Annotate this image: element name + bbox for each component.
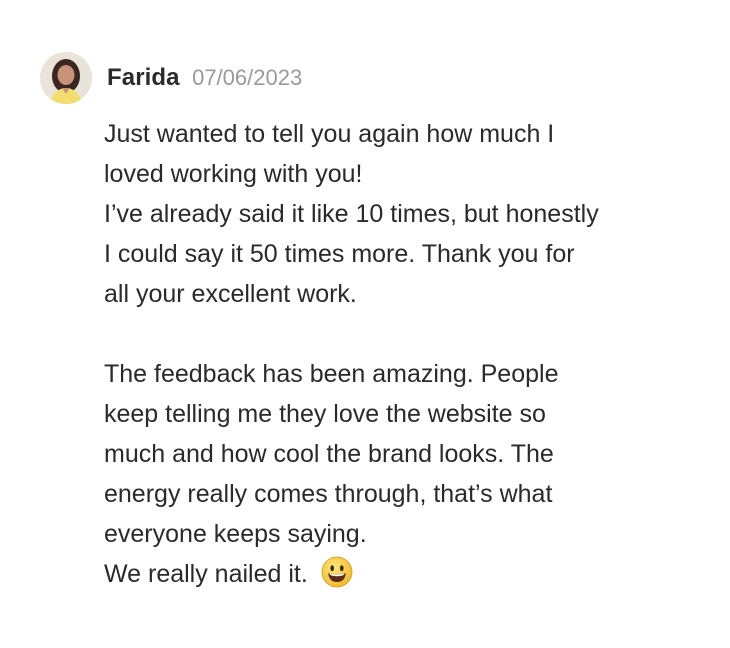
message-line: much and how cool the brand looks. The bbox=[104, 440, 554, 468]
message-last-line: We really nailed it. bbox=[104, 554, 694, 594]
message-line: energy really comes through, that’s what bbox=[104, 480, 553, 508]
author-name[interactable]: Farida bbox=[107, 64, 180, 91]
message-line: everyone keeps saying. bbox=[104, 520, 367, 548]
paragraph-break bbox=[104, 314, 694, 354]
message-line: The feedback has been amazing. People bbox=[104, 360, 559, 388]
message-line: all your excellent work. bbox=[104, 280, 357, 308]
grinning-face-emoji-icon bbox=[321, 556, 353, 588]
message-line: We really nailed it. bbox=[104, 560, 308, 588]
message-line: Just wanted to tell you again how much I bbox=[104, 120, 555, 148]
user-photo-icon bbox=[40, 52, 92, 104]
message-line: keep telling me they love the website so bbox=[104, 400, 546, 428]
message-timestamp: 07/06/2023 bbox=[192, 65, 303, 90]
message-line: I could say it 50 times more. Thank you … bbox=[104, 240, 575, 268]
avatar[interactable] bbox=[40, 52, 92, 104]
message-line: I’ve already said it like 10 times, but … bbox=[104, 200, 599, 228]
message-header: Farida 07/06/2023 bbox=[107, 64, 302, 92]
message-body: Just wanted to tell you again how much I… bbox=[104, 114, 694, 594]
message-line: loved working with you! bbox=[104, 160, 363, 188]
